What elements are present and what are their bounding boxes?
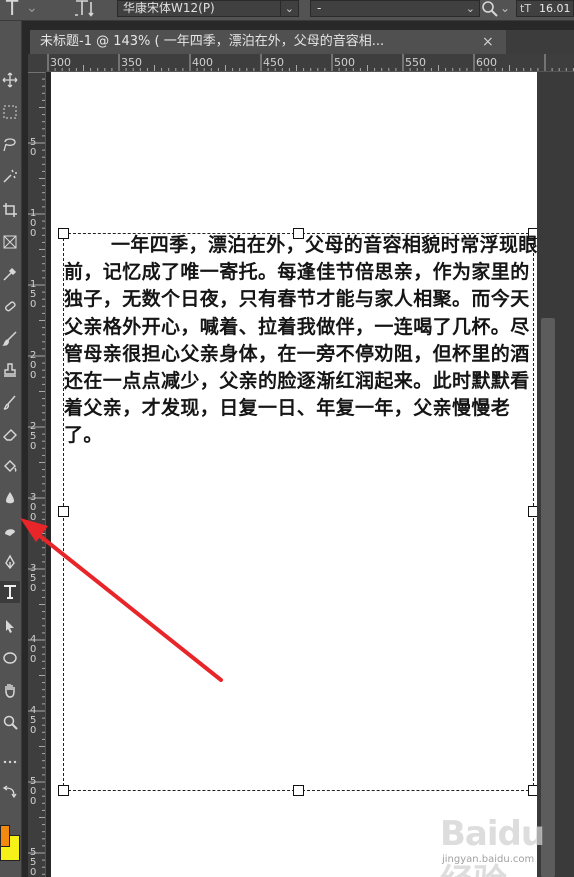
- paragraph-text-layer[interactable]: 一年四季，漂泊在外，父母的音容相貌时常浮现眼前，记忆成了唯一寄托。每逢佳节倍思亲…: [64, 232, 539, 450]
- font-size-field[interactable]: tT 16.01: [516, 0, 574, 17]
- brush-icon: [2, 331, 17, 346]
- marquee-tool[interactable]: [0, 101, 20, 123]
- drop-icon: [6, 492, 14, 504]
- document-tab-title: 未标题-1 @ 143% ( 一年四季，漂泊在外，父母的音容相...: [40, 34, 385, 49]
- transform-handle-bottom-center[interactable]: [293, 785, 304, 796]
- watermark-logo: Baidu经验: [440, 814, 545, 877]
- dodge-tool[interactable]: [0, 519, 20, 541]
- text-orientation-toggle-icon[interactable]: [74, 0, 96, 21]
- stamp-icon: [4, 363, 16, 377]
- search-icon[interactable]: [481, 0, 499, 18]
- vertical-ruler-ticks: [28, 72, 45, 875]
- dodge-icon: [5, 529, 15, 536]
- ruler-label: 3 5 0: [30, 563, 37, 594]
- font-size-icon: tT: [520, 2, 532, 15]
- eyedropper-icon: [3, 267, 17, 281]
- history-brush-tool[interactable]: [0, 391, 20, 413]
- quick-select-tool[interactable]: [0, 165, 20, 187]
- vertical-ruler[interactable]: 5 0 1 0 0 1 5 0 2 0 0 2 5 0 3 0 0 3 5 0 4 0 0 4 …: [28, 72, 46, 877]
- zoom-tool[interactable]: [0, 711, 20, 733]
- baidu-jingyan-watermark: Baidu经验 jingyan.baidu.com: [440, 814, 574, 877]
- ruler-label: 5 0: [30, 137, 37, 158]
- font-size-value: 16.01: [539, 2, 571, 15]
- hand-tool[interactable]: [0, 679, 20, 701]
- ruler-label: 5 0 0: [30, 776, 37, 807]
- move-icon: [2, 72, 18, 88]
- scrollbar-thumb[interactable]: [541, 318, 555, 877]
- transform-handle-bottom-left[interactable]: [58, 785, 69, 796]
- zoom-icon: [3, 715, 18, 730]
- transform-handle-middle-left[interactable]: [58, 506, 69, 517]
- ruler-label: 1 0 0: [30, 208, 37, 239]
- ruler-label: 450: [263, 56, 284, 69]
- close-tab-icon[interactable]: ×: [482, 30, 498, 54]
- lasso-tool[interactable]: [0, 133, 20, 155]
- marquee-icon: [3, 105, 17, 119]
- healing-brush-tool[interactable]: [0, 295, 20, 317]
- preset-dropdown-icon[interactable]: ⌄: [26, 0, 38, 21]
- photoshop-window: T ⌄ 华康宋体W12(P) ⌄ - ⌄ ⌄ tT 16.01 未标题-1 @ …: [0, 0, 574, 877]
- type-icon: [4, 585, 16, 599]
- type-tool-preset-icon[interactable]: T: [6, 0, 18, 21]
- bandage-icon: [5, 301, 16, 312]
- ruler-label: 350: [121, 56, 142, 69]
- ellipse-icon: [3, 652, 17, 664]
- chevron-down-icon: ⌄: [284, 2, 294, 15]
- horizontal-ruler[interactable]: 300 350 400 450 500 550 600: [46, 54, 574, 72]
- shape-tool[interactable]: [0, 647, 20, 669]
- ruler-label: 1 5 0: [30, 279, 37, 310]
- swap-icon: [2, 785, 17, 799]
- ruler-label: 550: [405, 56, 426, 69]
- frame-icon: [3, 235, 17, 249]
- ruler-label: 500: [334, 56, 355, 69]
- document-tab[interactable]: 未标题-1 @ 143% ( 一年四季，漂泊在外，父母的音容相...: [30, 30, 506, 54]
- ruler-label: 2 5 0: [30, 421, 37, 452]
- document-tab-bar: 未标题-1 @ 143% ( 一年四季，漂泊在外，父母的音容相... ×: [30, 30, 574, 54]
- brush-tool[interactable]: [0, 327, 20, 349]
- font-style-select[interactable]: - ⌄: [310, 0, 480, 17]
- ruler-label: 4 5 0: [30, 705, 37, 736]
- eraser-tool[interactable]: [0, 423, 20, 445]
- pen-tool[interactable]: [0, 551, 20, 573]
- history-brush-icon: [3, 395, 16, 410]
- hand-icon: [5, 684, 15, 698]
- frame-tool[interactable]: [0, 231, 20, 253]
- eyedropper-tool[interactable]: [0, 263, 20, 285]
- ruler-label: 3 0 0: [30, 492, 37, 523]
- ruler-label: 400: [192, 56, 213, 69]
- crop-icon: [3, 203, 17, 217]
- clone-stamp-tool[interactable]: [0, 359, 20, 381]
- font-family-value: 华康宋体W12(P): [123, 1, 215, 15]
- arrow-pointer-icon: [6, 620, 14, 633]
- blur-tool[interactable]: [0, 487, 20, 509]
- ruler-label: 300: [50, 56, 71, 69]
- ruler-label: 5 5 0: [30, 847, 37, 877]
- font-family-select[interactable]: 华康宋体W12(P) ⌄: [117, 0, 299, 17]
- move-tool[interactable]: [0, 69, 20, 91]
- ruler-label: 4 0 0: [30, 634, 37, 665]
- more-tools-button[interactable]: [0, 751, 20, 773]
- foreground-color-swatch[interactable]: [0, 825, 10, 847]
- ruler-origin[interactable]: [28, 54, 46, 72]
- eraser-icon: [3, 429, 17, 441]
- lasso-icon: [3, 138, 16, 152]
- ruler-label: 2 0 0: [30, 350, 37, 381]
- watermark-url: jingyan.baidu.com: [442, 854, 535, 865]
- ellipsis-icon: [3, 760, 17, 764]
- crop-tool[interactable]: [0, 199, 20, 221]
- gradient-tool[interactable]: [0, 455, 20, 477]
- swap-colors-button[interactable]: [0, 781, 20, 803]
- font-style-value: -: [317, 1, 322, 15]
- type-tool[interactable]: [0, 581, 20, 603]
- options-bar: T ⌄ 华康宋体W12(P) ⌄ - ⌄ ⌄ tT 16.01: [0, 0, 574, 21]
- quick-select-icon: [3, 169, 17, 183]
- ruler-label: 600: [476, 56, 497, 69]
- chevron-down-icon: ⌄: [465, 2, 475, 15]
- search-dropdown-icon[interactable]: ⌄: [500, 0, 510, 21]
- tools-panel: [0, 21, 22, 877]
- paint-bucket-icon: [4, 460, 17, 472]
- pen-icon: [5, 554, 15, 570]
- path-select-tool[interactable]: [0, 615, 20, 637]
